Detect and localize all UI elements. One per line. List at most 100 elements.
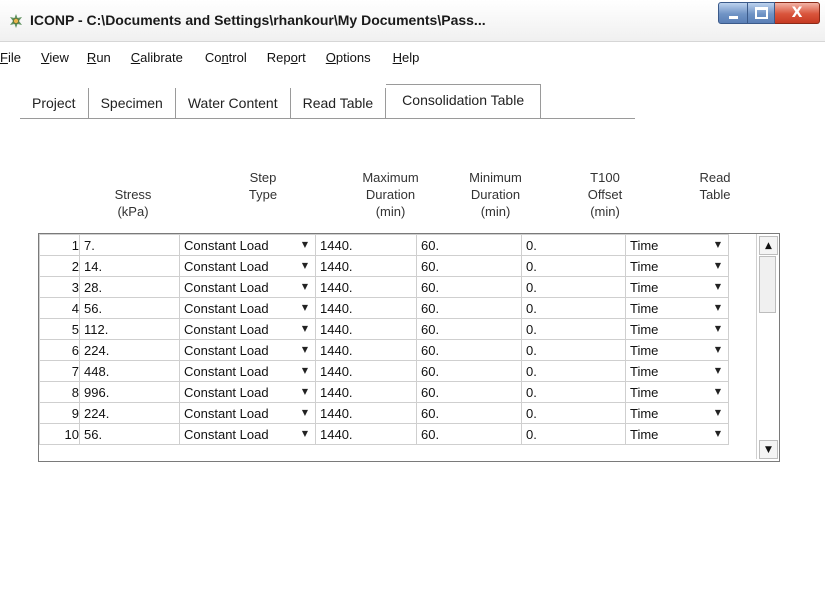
t100-offset-cell[interactable]: 0. <box>521 360 626 382</box>
dropdown-arrow-icon[interactable]: ▼ <box>710 258 726 273</box>
min-duration-cell[interactable]: 60. <box>416 255 522 277</box>
min-duration-cell[interactable]: 60. <box>416 360 522 382</box>
max-duration-cell[interactable]: 1440. <box>315 234 417 256</box>
menu-item-0[interactable]: File <box>0 50 27 65</box>
read-table-cell[interactable]: Time ▼ <box>625 234 729 256</box>
t100-offset-cell[interactable]: 0. <box>521 276 626 298</box>
stress-cell[interactable]: 56. <box>79 423 180 445</box>
t100-offset-cell[interactable]: 0. <box>521 297 626 319</box>
max-duration-cell[interactable]: 1440. <box>315 339 417 361</box>
step-type-cell[interactable]: Constant Load ▼ <box>179 402 316 424</box>
min-duration-cell[interactable]: 60. <box>416 234 522 256</box>
dropdown-arrow-icon[interactable]: ▼ <box>710 363 726 378</box>
dropdown-arrow-icon[interactable]: ▼ <box>297 426 313 441</box>
t100-offset-cell[interactable]: 0. <box>521 318 626 340</box>
t100-offset-cell[interactable]: 0. <box>521 423 626 445</box>
dropdown-arrow-icon[interactable]: ▼ <box>710 342 726 357</box>
stress-cell[interactable]: 14. <box>79 255 180 277</box>
max-duration-cell[interactable]: 1440. <box>315 318 417 340</box>
dropdown-arrow-icon[interactable]: ▼ <box>297 363 313 378</box>
dropdown-arrow-icon[interactable]: ▼ <box>297 237 313 252</box>
dropdown-arrow-icon[interactable]: ▼ <box>710 237 726 252</box>
dropdown-arrow-icon[interactable]: ▼ <box>710 384 726 399</box>
dropdown-arrow-icon[interactable]: ▼ <box>710 321 726 336</box>
scroll-down-arrow-icon[interactable]: ▼ <box>759 440 778 459</box>
close-button[interactable]: X <box>775 2 820 24</box>
read-table-cell[interactable]: Time ▼ <box>625 255 729 277</box>
app-icon[interactable] <box>8 13 24 29</box>
menu-item-6[interactable]: Options <box>322 50 377 65</box>
step-type-cell[interactable]: Constant Load ▼ <box>179 360 316 382</box>
tab-project[interactable]: Project <box>20 88 89 118</box>
stress-cell[interactable]: 7. <box>79 234 180 256</box>
dropdown-arrow-icon[interactable]: ▼ <box>297 279 313 294</box>
step-type-cell[interactable]: Constant Load ▼ <box>179 276 316 298</box>
stress-cell[interactable]: 28. <box>79 276 180 298</box>
dropdown-arrow-icon[interactable]: ▼ <box>710 279 726 294</box>
min-duration-cell[interactable]: 60. <box>416 297 522 319</box>
read-table-cell[interactable]: Time ▼ <box>625 360 729 382</box>
read-table-cell[interactable]: Time ▼ <box>625 297 729 319</box>
min-duration-cell[interactable]: 60. <box>416 339 522 361</box>
step-type-cell[interactable]: Constant Load ▼ <box>179 255 316 277</box>
tab-specimen[interactable]: Specimen <box>89 88 176 118</box>
dropdown-arrow-icon[interactable]: ▼ <box>297 258 313 273</box>
menu-item-7[interactable]: Help <box>389 50 426 65</box>
step-type-cell[interactable]: Constant Load ▼ <box>179 318 316 340</box>
min-duration-cell[interactable]: 60. <box>416 276 522 298</box>
t100-offset-cell[interactable]: 0. <box>521 381 626 403</box>
t100-offset-cell[interactable]: 0. <box>521 234 626 256</box>
dropdown-arrow-icon[interactable]: ▼ <box>297 342 313 357</box>
dropdown-arrow-icon[interactable]: ▼ <box>297 321 313 336</box>
stress-cell[interactable]: 996. <box>79 381 180 403</box>
step-type-cell[interactable]: Constant Load ▼ <box>179 423 316 445</box>
step-type-cell[interactable]: Constant Load ▼ <box>179 297 316 319</box>
tab-read-table[interactable]: Read Table <box>291 88 387 118</box>
minimize-button[interactable] <box>718 2 748 24</box>
dropdown-arrow-icon[interactable]: ▼ <box>297 300 313 315</box>
stress-cell[interactable]: 448. <box>79 360 180 382</box>
max-duration-cell[interactable]: 1440. <box>315 255 417 277</box>
tab-consolidation-table[interactable]: Consolidation Table <box>386 84 542 119</box>
max-duration-cell[interactable]: 1440. <box>315 381 417 403</box>
read-table-cell[interactable]: Time ▼ <box>625 402 729 424</box>
stress-cell[interactable]: 112. <box>79 318 180 340</box>
min-duration-cell[interactable]: 60. <box>416 318 522 340</box>
step-type-cell[interactable]: Constant Load ▼ <box>179 339 316 361</box>
max-duration-cell[interactable]: 1440. <box>315 360 417 382</box>
min-duration-cell[interactable]: 60. <box>416 381 522 403</box>
tab-water-content[interactable]: Water Content <box>176 88 291 118</box>
max-duration-cell[interactable]: 1440. <box>315 276 417 298</box>
menu-item-1[interactable]: View <box>37 50 75 65</box>
dropdown-arrow-icon[interactable]: ▼ <box>297 405 313 420</box>
scrollbar-thumb[interactable] <box>759 256 776 313</box>
menu-item-3[interactable]: Calibrate <box>127 50 189 65</box>
stress-cell[interactable]: 224. <box>79 339 180 361</box>
max-duration-cell[interactable]: 1440. <box>315 297 417 319</box>
dropdown-arrow-icon[interactable]: ▼ <box>710 405 726 420</box>
read-table-cell[interactable]: Time ▼ <box>625 276 729 298</box>
stress-cell[interactable]: 224. <box>79 402 180 424</box>
scroll-up-arrow-icon[interactable]: ▲ <box>759 236 778 255</box>
step-type-cell[interactable]: Constant Load ▼ <box>179 381 316 403</box>
step-type-cell[interactable]: Constant Load ▼ <box>179 234 316 256</box>
maximize-button[interactable] <box>748 2 775 24</box>
read-table-cell[interactable]: Time ▼ <box>625 423 729 445</box>
max-duration-cell[interactable]: 1440. <box>315 423 417 445</box>
vertical-scrollbar[interactable]: ▲ ▼ <box>756 234 779 459</box>
t100-offset-cell[interactable]: 0. <box>521 255 626 277</box>
menu-item-4[interactable]: Control <box>201 50 253 65</box>
stress-cell[interactable]: 56. <box>79 297 180 319</box>
read-table-cell[interactable]: Time ▼ <box>625 318 729 340</box>
t100-offset-cell[interactable]: 0. <box>521 339 626 361</box>
menu-item-5[interactable]: Report <box>263 50 312 65</box>
max-duration-cell[interactable]: 1440. <box>315 402 417 424</box>
dropdown-arrow-icon[interactable]: ▼ <box>710 426 726 441</box>
menu-item-2[interactable]: Run <box>83 50 117 65</box>
dropdown-arrow-icon[interactable]: ▼ <box>297 384 313 399</box>
t100-offset-cell[interactable]: 0. <box>521 402 626 424</box>
min-duration-cell[interactable]: 60. <box>416 423 522 445</box>
dropdown-arrow-icon[interactable]: ▼ <box>710 300 726 315</box>
read-table-cell[interactable]: Time ▼ <box>625 339 729 361</box>
read-table-cell[interactable]: Time ▼ <box>625 381 729 403</box>
